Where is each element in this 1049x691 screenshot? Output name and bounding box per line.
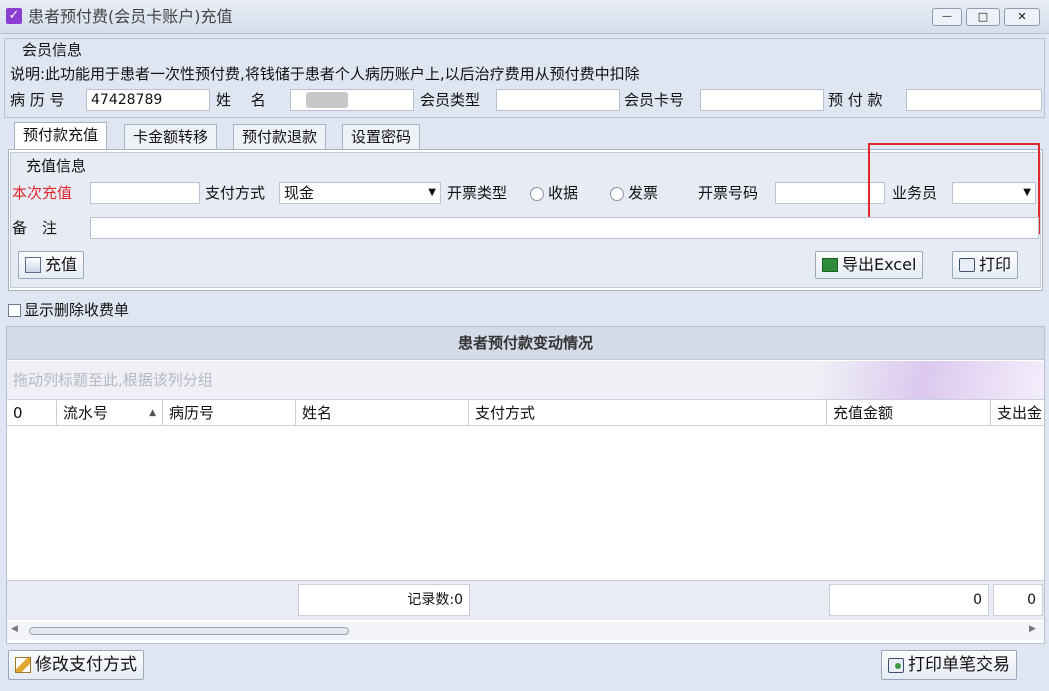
export-excel-button[interactable]: 导出Excel	[815, 251, 924, 279]
column-header-expense-amount[interactable]: 支出金	[991, 400, 1044, 426]
radio-invoice-label: 发票	[628, 184, 659, 202]
record-count-cell: 记录数:0	[298, 584, 470, 616]
checkbox-icon	[8, 304, 21, 317]
export-excel-label: 导出Excel	[842, 255, 917, 274]
print-single-icon	[888, 657, 904, 673]
column-header-serial-label: 流水号	[63, 404, 109, 422]
recharge-icon	[25, 257, 41, 273]
radio-receipt-label: 收据	[548, 184, 579, 202]
sum-expense-cell: 0	[993, 584, 1043, 616]
pay-method-value: 现金	[284, 184, 315, 202]
radio-receipt-icon	[530, 186, 544, 201]
recharge-amount-label: 本次充值	[12, 184, 73, 202]
scroll-thumb[interactable]	[29, 627, 349, 635]
recharge-button-label: 充值	[45, 255, 78, 274]
show-deleted-label: 显示删除收费单	[24, 301, 130, 319]
sum-recharge-cell: 0	[829, 584, 989, 616]
pay-method-label: 支付方式	[205, 184, 266, 202]
prepay-field[interactable]	[906, 89, 1042, 111]
recharge-info-title: 充值信息	[26, 157, 87, 175]
record-no-field[interactable]: 47428789	[86, 89, 210, 111]
remark-label: 备 注	[12, 219, 58, 237]
invoice-type-label: 开票类型	[447, 184, 508, 202]
print-button[interactable]: 打印	[952, 251, 1019, 279]
grid-title: 患者预付款变动情况	[457, 334, 593, 352]
modify-pay-method-button[interactable]: 修改支付方式	[8, 650, 144, 680]
dropdown-arrow-icon: ▼	[428, 187, 436, 198]
maximize-icon: □	[977, 10, 989, 23]
show-deleted-checkbox[interactable]: 显示删除收费单	[8, 299, 129, 321]
print-button-label: 打印	[979, 255, 1012, 274]
column-header-index[interactable]: 0	[7, 400, 57, 426]
title-bar: ✓ 患者预付费(会员卡账户)充值 — □ ✕	[0, 0, 1049, 34]
grid-body[interactable]	[7, 427, 1044, 580]
scroll-right-icon[interactable]: ▶	[1029, 624, 1036, 634]
pay-method-select[interactable]: 现金 ▼	[279, 182, 441, 204]
member-type-field[interactable]	[496, 89, 620, 111]
radio-receipt[interactable]: 收据	[530, 182, 578, 204]
tab-prepay-refund[interactable]: 预付款退款	[233, 124, 327, 150]
column-header-pay-method[interactable]: 支付方式	[469, 400, 827, 426]
member-info-title: 会员信息	[22, 41, 83, 59]
record-no-label: 病 历 号	[10, 91, 65, 109]
card-no-field[interactable]	[700, 89, 824, 111]
modify-pay-method-label: 修改支付方式	[35, 655, 137, 675]
recharge-button[interactable]: 充值	[18, 251, 85, 279]
column-header-serial[interactable]: 流水号 ▲	[57, 400, 163, 426]
minimize-button[interactable]: —	[932, 8, 962, 26]
print-single-transaction-button[interactable]: 打印单笔交易	[881, 650, 1017, 680]
printer-icon	[959, 258, 975, 272]
window-check-icon: ✓	[6, 8, 22, 24]
recharge-amount-field[interactable]	[90, 182, 200, 204]
remark-field[interactable]	[90, 217, 1039, 239]
close-button[interactable]: ✕	[1004, 8, 1040, 26]
name-redaction	[306, 92, 348, 108]
group-panel-hint: 拖动列标题至此,根据该列分组	[13, 371, 213, 389]
close-icon: ✕	[1017, 10, 1027, 23]
minimize-icon: —	[942, 11, 952, 22]
window-title: 患者预付费(会员卡账户)充值	[28, 7, 233, 26]
sort-ascending-icon: ▲	[149, 408, 156, 418]
edit-icon	[15, 657, 31, 673]
grid-title-bar: 患者预付款变动情况	[7, 327, 1044, 360]
name-label: 姓 名	[216, 91, 266, 109]
tab-prepay-recharge[interactable]: 预付款充值	[14, 122, 108, 150]
tab-set-password[interactable]: 设置密码	[342, 124, 421, 150]
card-no-label: 会员卡号	[624, 91, 685, 109]
horizontal-scrollbar[interactable]: ◀ ▶	[7, 622, 1044, 640]
excel-icon	[822, 258, 838, 272]
prepay-label: 预 付 款	[828, 91, 883, 109]
member-type-label: 会员类型	[420, 91, 481, 109]
maximize-button[interactable]: □	[966, 8, 1000, 26]
radio-invoice-icon	[610, 186, 624, 201]
member-description: 说明:此功能用于患者一次性预付费,将钱储于患者个人病历账户上,以后治疗费用从预付…	[10, 65, 640, 83]
radio-invoice[interactable]: 发票	[610, 182, 658, 204]
print-single-label: 打印单笔交易	[908, 655, 1010, 675]
column-header-record-no[interactable]: 病历号	[163, 400, 296, 426]
column-header-recharge-amount[interactable]: 充值金额	[827, 400, 991, 426]
tab-card-transfer[interactable]: 卡金额转移	[124, 124, 218, 150]
invoice-no-label: 开票号码	[698, 184, 759, 202]
scroll-left-icon[interactable]: ◀	[11, 624, 18, 634]
column-header-name[interactable]: 姓名	[296, 400, 469, 426]
group-panel[interactable]: 拖动列标题至此,根据该列分组	[7, 361, 1044, 400]
